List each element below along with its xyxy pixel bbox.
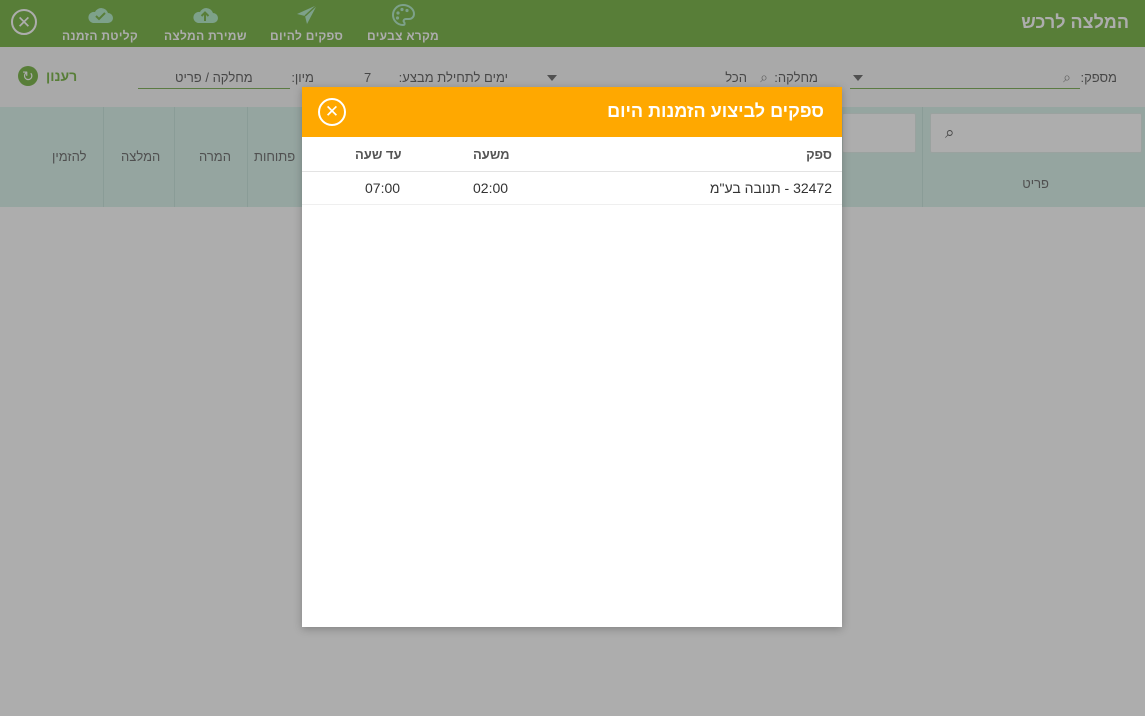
- column-from-hour: משעה: [473, 147, 510, 162]
- close-icon: ✕: [324, 102, 340, 121]
- column-supplier: ספק: [806, 147, 832, 162]
- dialog-title: ספקים לביצוע הזמנות היום: [607, 101, 824, 121]
- dialog-header: ✕ ספקים לביצוע הזמנות היום: [302, 87, 842, 137]
- column-to-hour: עד שעה: [355, 147, 402, 162]
- table-row[interactable]: 32472 - תנובה בע"מ 02:00 07:00: [302, 172, 842, 205]
- suppliers-today-dialog: ✕ ספקים לביצוע הזמנות היום ספק משעה עד ש…: [302, 87, 842, 627]
- to-hour-cell: 07:00: [365, 180, 401, 196]
- dialog-close-button[interactable]: ✕: [318, 98, 346, 126]
- supplier-cell: 32472 - תנובה בע"מ: [709, 180, 832, 196]
- from-hour-cell: 02:00: [473, 180, 509, 196]
- dialog-table-header: ספק משעה עד שעה: [302, 137, 842, 172]
